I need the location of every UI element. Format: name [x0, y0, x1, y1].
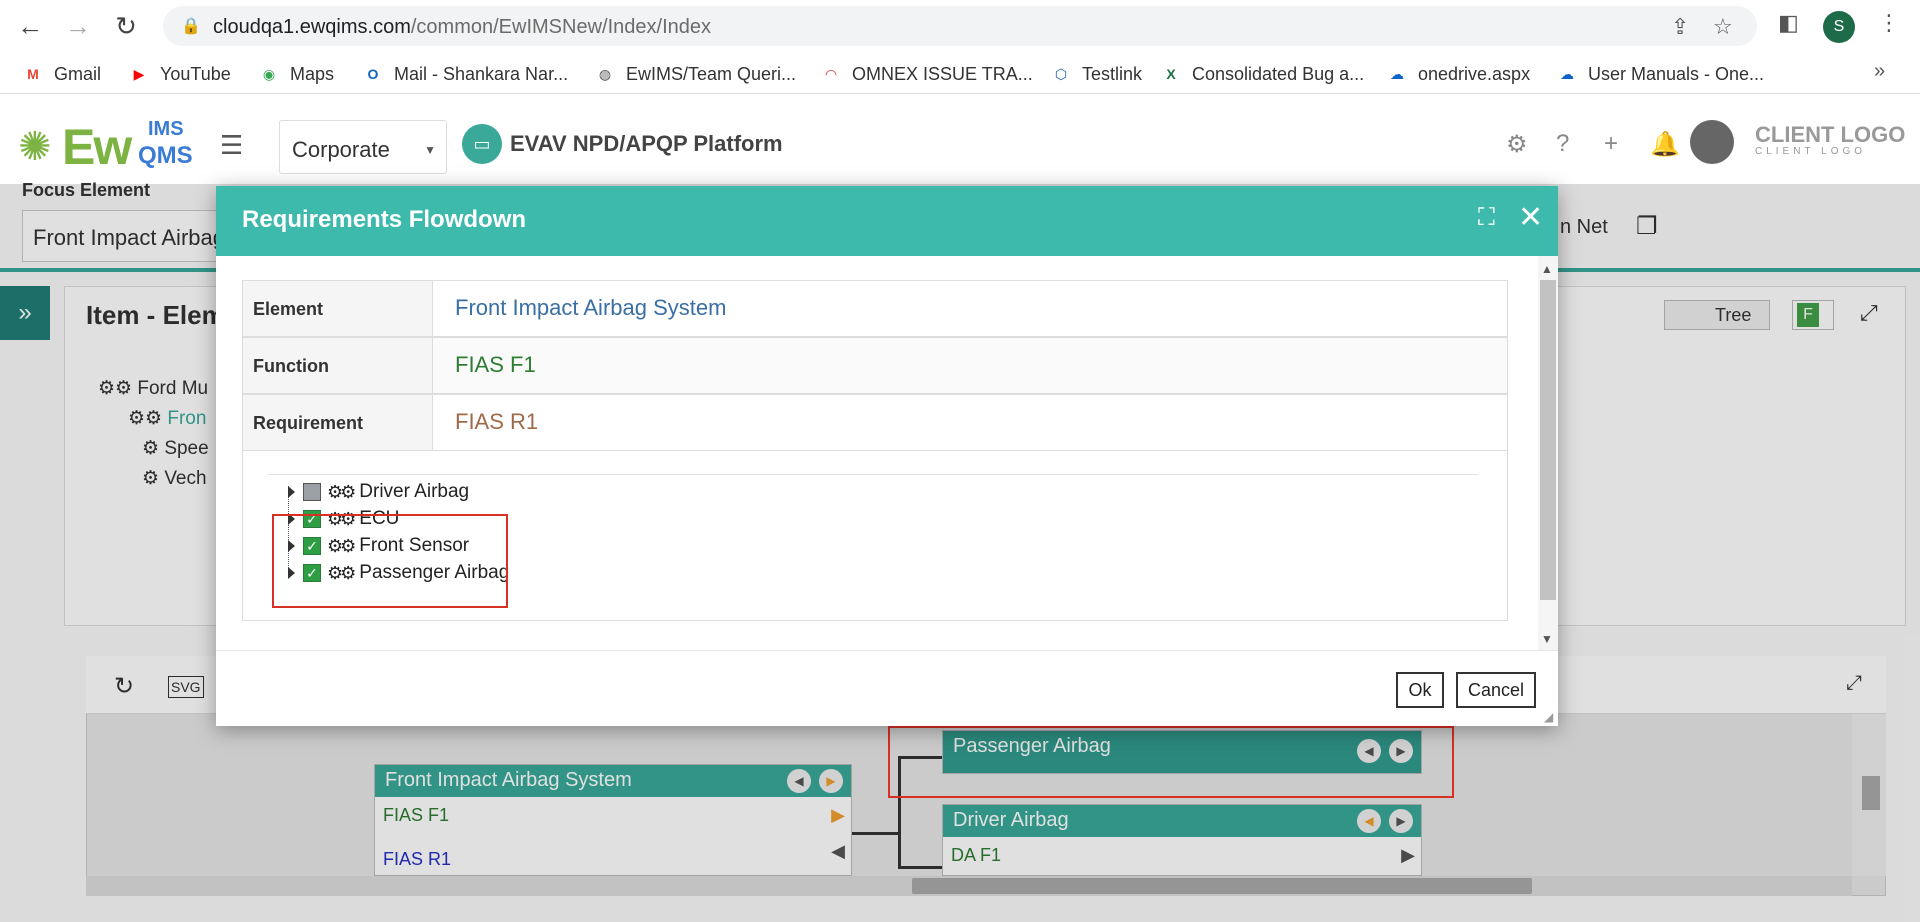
bookmark-8[interactable]: ☁ onedrive.aspx — [1386, 62, 1530, 86]
outlook-icon: O — [367, 66, 379, 82]
ewqims-logo[interactable]: ✺ Ew IMS QMS — [18, 116, 193, 175]
resize-grip-icon[interactable]: ◢ — [1544, 710, 1553, 724]
youtube-icon: ▶ — [133, 65, 145, 82]
gauge-icon: ◠ — [825, 65, 837, 82]
ok-button[interactable]: Ok — [1396, 672, 1444, 708]
bookmark-9[interactable]: ☁ User Manuals - One... — [1556, 62, 1764, 86]
bell-icon[interactable]: 🔔 — [1650, 130, 1680, 159]
testlink-icon: ⬡ — [1054, 65, 1068, 82]
onedrive-icon: ☁ — [1390, 65, 1404, 82]
side-panel-icon[interactable]: ◧ — [1778, 10, 1799, 36]
cancel-button[interactable]: Cancel — [1456, 672, 1536, 708]
maximize-icon[interactable]: ⛶ — [1478, 204, 1495, 232]
lock-icon: 🔒 — [181, 18, 201, 35]
help-icon[interactable]: ? — [1556, 130, 1569, 158]
bookmark-7[interactable]: X Consolidated Bug a... — [1160, 62, 1364, 86]
app-header: ✺ Ew IMS QMS ☰ Corporate ▼ ▭ EVAV NPD/AP… — [0, 102, 1920, 184]
platform-title[interactable]: ▭ EVAV NPD/APQP Platform — [462, 124, 783, 164]
settings-gear-icon[interactable]: ⚙ — [1506, 130, 1528, 159]
requirement-row: Requirement FIAS R1 — [242, 394, 1508, 451]
organization-select[interactable]: Corporate ▼ — [279, 120, 447, 174]
globe-icon: ◍ — [598, 65, 612, 82]
caret-down-icon: ▼ — [424, 143, 436, 157]
requirements-flowdown-modal: Requirements Flowdown ⛶ ✕ ▲ ▼ Element Fr… — [216, 186, 1558, 726]
kebab-menu-icon[interactable]: ⋮ — [1878, 10, 1900, 36]
bookmarks-overflow-icon[interactable]: » — [1874, 60, 1885, 83]
hamburger-menu-icon[interactable]: ☰ — [220, 130, 243, 161]
url-text[interactable]: cloudqa1.ewqims.com/common/EwIMSNew/Inde… — [213, 16, 711, 39]
highlight-box-passenger — [888, 726, 1454, 798]
close-icon[interactable]: ✕ — [1518, 200, 1543, 235]
modal-scroll-thumb[interactable] — [1540, 280, 1556, 600]
function-row: Function FIAS F1 — [242, 337, 1508, 394]
bookmarks-bar: M Gmail ▶ YouTube ◉ Maps O Mail - Shankara Nar.… — [0, 54, 1920, 94]
gears-icon: ⚙⚙ — [327, 481, 356, 502]
onedrive-icon: ☁ — [1560, 65, 1574, 82]
bookmark-0[interactable]: M Gmail — [22, 62, 101, 86]
bookmark-6[interactable]: ⬡ Testlink — [1050, 62, 1142, 86]
bookmark-5[interactable]: ◠ OMNEX ISSUE TRA... — [820, 62, 1033, 86]
bookmark-2[interactable]: ◉ Maps — [258, 62, 334, 86]
address-bar[interactable]: 🔒 cloudqa1.ewqims.com/common/EwIMSNew/In… — [163, 6, 1757, 46]
profile-avatar[interactable]: S — [1823, 11, 1855, 43]
scroll-down-icon[interactable]: ▼ — [1541, 632, 1553, 646]
element-row: Element Front Impact Airbag System — [242, 280, 1508, 337]
modal-header: Requirements Flowdown ⛶ ✕ — [216, 186, 1558, 256]
bookmark-4[interactable]: ◍ EwIMS/Team Queri... — [594, 62, 796, 86]
gmail-icon: M — [27, 66, 39, 82]
add-icon[interactable]: + — [1604, 130, 1618, 158]
star-icon[interactable]: ☆ — [1713, 14, 1733, 40]
excel-icon: X — [1166, 66, 1176, 82]
maps-icon: ◉ — [262, 65, 276, 82]
share-icon[interactable]: ⇪ — [1671, 14, 1689, 40]
scroll-up-icon[interactable]: ▲ — [1541, 262, 1553, 276]
bookmark-1[interactable]: ▶ YouTube — [128, 62, 231, 86]
user-avatar[interactable] — [1690, 120, 1734, 164]
monitor-icon: ▭ — [462, 124, 502, 164]
checkbox[interactable] — [303, 483, 321, 501]
reload-icon[interactable]: ↻ — [110, 10, 142, 42]
forward-icon[interactable]: → — [62, 10, 94, 42]
flowdown-tree-item[interactable]: ⚙⚙ Driver Airbag — [288, 480, 469, 504]
bookmark-3[interactable]: O Mail - Shankara Nar... — [362, 62, 569, 86]
expand-arrow-icon[interactable] — [288, 486, 295, 498]
modal-footer — [216, 650, 1558, 726]
back-icon[interactable]: ← — [14, 10, 46, 42]
browser-toolbar: ← → ↻ 🔒 cloudqa1.ewqims.com/common/EwIMS… — [0, 0, 1920, 52]
modal-title: Requirements Flowdown — [242, 206, 527, 233]
highlight-box-selected — [272, 514, 508, 608]
client-logo: CLIENT LOGO CLIENT LOGO — [1755, 122, 1906, 158]
